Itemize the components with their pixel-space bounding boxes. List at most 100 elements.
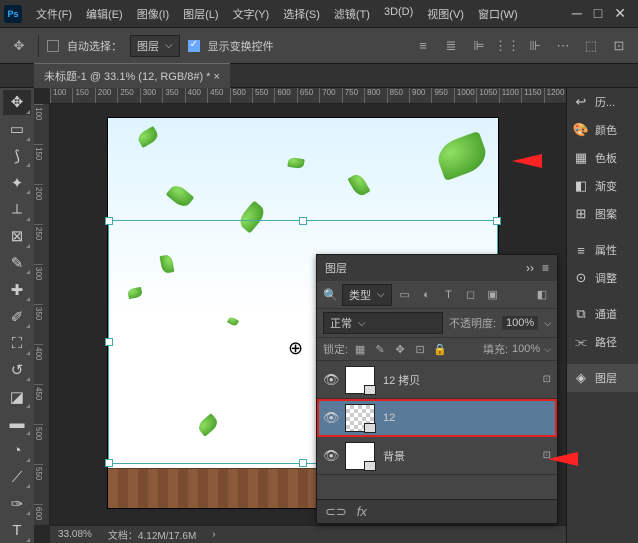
- filter-toggle-icon[interactable]: ◧: [533, 286, 551, 304]
- align-icon[interactable]: ⊫: [468, 35, 490, 57]
- minimize-button[interactable]: ─: [572, 5, 582, 22]
- menu-edit[interactable]: 编辑(E): [80, 3, 129, 25]
- right-panel-dock: ↩历...🎨颜色▦色板◧渐变⊞图案 ≡属性⊙调整 ⧉通道⫘路径 ◈图层: [566, 88, 638, 543]
- type-tool[interactable]: T: [3, 518, 31, 543]
- filter-smart-icon[interactable]: ▣: [484, 286, 502, 304]
- stamp-tool[interactable]: ⛶: [3, 331, 31, 356]
- lock-all-icon[interactable]: 🔒: [432, 343, 448, 356]
- menu-file[interactable]: 文件(F): [30, 3, 78, 25]
- panel-label: 通道: [595, 306, 617, 322]
- lock-trans-icon[interactable]: ▦: [352, 343, 368, 356]
- heal-tool[interactable]: ✚: [3, 277, 31, 302]
- layer-thumbnail[interactable]: [345, 404, 375, 432]
- document-tab[interactable]: 未标题-1 @ 33.1% (12, RGB/8#) * ×: [34, 63, 230, 88]
- visibility-icon[interactable]: 👁: [323, 410, 337, 426]
- marquee-tool[interactable]: ▭: [3, 117, 31, 142]
- menu-select[interactable]: 选择(S): [277, 3, 326, 25]
- lock-nest-icon[interactable]: ⊡: [412, 343, 428, 356]
- panel-item-路径[interactable]: ⫘路径: [567, 328, 638, 356]
- annotation-arrow-icon: [512, 154, 542, 168]
- blend-mode-dropdown[interactable]: 正常: [323, 312, 443, 334]
- more-icon[interactable]: ⋯: [552, 35, 574, 57]
- align-icon[interactable]: ⋮⋮: [496, 35, 518, 57]
- show-transform-checkbox[interactable]: [188, 40, 200, 52]
- visibility-icon[interactable]: 👁: [323, 372, 337, 388]
- panel-item-颜色[interactable]: 🎨颜色: [567, 116, 638, 144]
- panel-item-历...[interactable]: ↩历...: [567, 88, 638, 116]
- lasso-tool[interactable]: ⟆: [3, 144, 31, 169]
- panel-item-图案[interactable]: ⊞图案: [567, 200, 638, 228]
- filter-shape-icon[interactable]: ◻: [462, 286, 480, 304]
- crop-tool[interactable]: ⟂: [3, 197, 31, 222]
- panel-item-通道[interactable]: ⧉通道: [567, 300, 638, 328]
- align-icon[interactable]: ≣: [440, 35, 462, 57]
- auto-select-label: 自动选择：: [67, 38, 122, 54]
- fx-icon[interactable]: fx: [357, 504, 367, 519]
- close-button[interactable]: ✕: [614, 5, 626, 22]
- wand-tool[interactable]: ✦: [3, 170, 31, 195]
- panel-item-属性[interactable]: ≡属性: [567, 236, 638, 264]
- menu-window[interactable]: 窗口(W): [472, 3, 524, 25]
- move-tool[interactable]: ✥: [3, 90, 31, 115]
- layer-thumbnail[interactable]: [345, 366, 375, 394]
- layer-row[interactable]: 👁 12 拷贝 ⊡: [317, 361, 557, 399]
- layer-name[interactable]: 背景: [383, 448, 405, 464]
- filter-image-icon[interactable]: ▭: [396, 286, 414, 304]
- info-chevron-icon[interactable]: ›: [212, 529, 215, 540]
- layers-panel-footer: ⊂⊃ fx: [317, 499, 557, 523]
- align-icon[interactable]: ⊪: [524, 35, 546, 57]
- panel-icon: ▦: [573, 150, 589, 166]
- close-tab-icon[interactable]: ×: [214, 71, 220, 83]
- dodge-tool[interactable]: ⟋: [3, 465, 31, 490]
- align-icon[interactable]: ≡: [412, 35, 434, 57]
- gradient-tool[interactable]: ▬: [3, 411, 31, 436]
- opacity-label: 不透明度:: [449, 315, 496, 331]
- panel-menu-icon[interactable]: ≡: [542, 261, 549, 275]
- panel-icon: ◈: [573, 370, 589, 386]
- history-brush-tool[interactable]: ↺: [3, 358, 31, 383]
- move-tool-icon[interactable]: ✥: [8, 35, 30, 57]
- layers-panel-header[interactable]: 图层 ››≡: [317, 255, 557, 281]
- menu-filter[interactable]: 滤镜(T): [328, 3, 376, 25]
- pen-tool[interactable]: ✑: [3, 491, 31, 516]
- layer-select-dropdown[interactable]: 图层: [130, 35, 180, 57]
- panel-item-色板[interactable]: ▦色板: [567, 144, 638, 172]
- 3d-icon[interactable]: ⬚: [580, 35, 602, 57]
- menu-image[interactable]: 图像(I): [131, 3, 175, 25]
- layer-row[interactable]: 👁 12: [317, 399, 557, 437]
- layer-badge-icon: ⊡: [543, 374, 551, 385]
- lock-pixels-icon[interactable]: ✎: [372, 343, 388, 356]
- fill-value[interactable]: 100%: [512, 343, 540, 355]
- layers-panel[interactable]: 图层 ››≡ 🔍 类型 ▭ ◐ T ◻ ▣ ◧ 正常 不透明度: 100%⌵ 锁…: [316, 254, 558, 524]
- collapse-icon[interactable]: ››: [526, 261, 534, 275]
- panel-item-渐变[interactable]: ◧渐变: [567, 172, 638, 200]
- panel-item-图层[interactable]: ◈图层: [567, 364, 638, 392]
- menu-type[interactable]: 文字(Y): [227, 3, 276, 25]
- layer-row[interactable]: 👁背景⊡: [317, 437, 557, 475]
- filter-type-dropdown[interactable]: 类型: [342, 284, 392, 306]
- panel-icon: ⊙: [573, 270, 589, 286]
- brush-tool[interactable]: ✐: [3, 304, 31, 329]
- frame-tool[interactable]: ⊠: [3, 224, 31, 249]
- blur-tool[interactable]: ◔: [3, 438, 31, 463]
- visibility-icon[interactable]: 👁: [323, 448, 337, 464]
- eyedropper-tool[interactable]: ✎: [3, 251, 31, 276]
- menu-view[interactable]: 视图(V): [421, 3, 470, 25]
- lock-pos-icon[interactable]: ✥: [392, 343, 408, 356]
- link-layers-icon[interactable]: ⊂⊃: [325, 504, 347, 520]
- filter-type-icon[interactable]: T: [440, 286, 458, 304]
- opacity-value[interactable]: 100%: [502, 316, 538, 330]
- maximize-button[interactable]: □: [594, 5, 602, 22]
- layer-name[interactable]: 12 拷贝: [383, 372, 420, 388]
- layer-name[interactable]: 12: [383, 412, 395, 424]
- search-icon[interactable]: 🔍: [323, 288, 338, 302]
- filter-adjust-icon[interactable]: ◐: [418, 286, 436, 304]
- menu-3d[interactable]: 3D(D): [378, 3, 419, 25]
- panel-item-调整[interactable]: ⊙调整: [567, 264, 638, 292]
- panel-icon[interactable]: ⊡: [608, 35, 630, 57]
- zoom-level[interactable]: 33.08%: [58, 529, 92, 540]
- eraser-tool[interactable]: ◪: [3, 384, 31, 409]
- layer-thumbnail[interactable]: [345, 442, 375, 470]
- menu-layer[interactable]: 图层(L): [177, 3, 224, 25]
- auto-select-checkbox[interactable]: [47, 40, 59, 52]
